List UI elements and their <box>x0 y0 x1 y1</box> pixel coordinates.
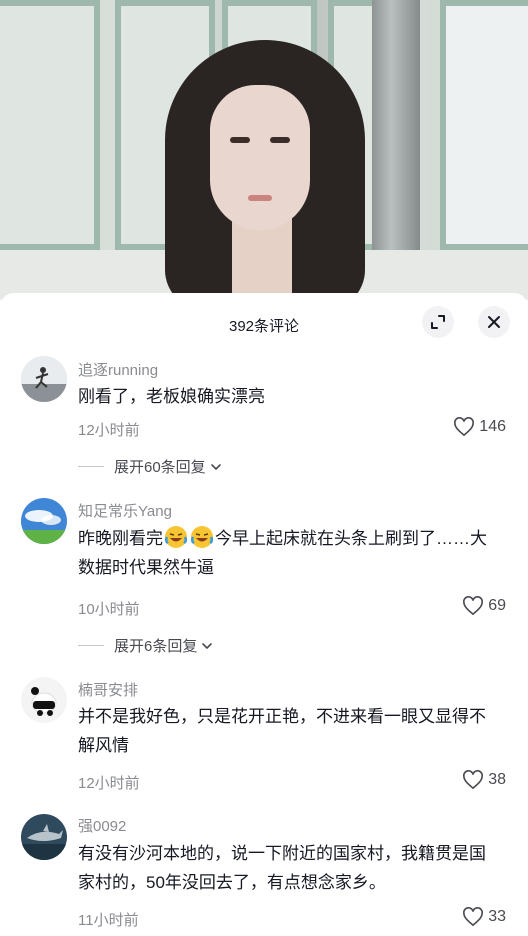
heart-outline-icon <box>463 907 484 927</box>
like-button[interactable]: 33 <box>462 907 506 927</box>
like-button[interactable]: 146 <box>453 417 506 437</box>
username[interactable]: 知足常乐Yang <box>78 500 172 521</box>
close-button[interactable] <box>478 306 510 338</box>
timestamp: 12小时前 <box>78 422 140 439</box>
runner-avatar-icon <box>21 356 67 402</box>
heart-outline-icon <box>463 596 484 616</box>
person-face <box>210 85 310 230</box>
chevron-down-icon <box>202 642 213 649</box>
window-frame <box>440 0 528 250</box>
like-count: 38 <box>488 771 506 788</box>
username[interactable]: 追逐running <box>78 359 158 380</box>
laughing-crying-emoji <box>190 526 214 548</box>
avatar[interactable] <box>21 498 67 544</box>
sky-grass-avatar-icon <box>21 498 67 544</box>
close-icon <box>488 316 500 328</box>
avatar[interactable] <box>21 814 67 860</box>
heart-outline-icon <box>463 770 484 790</box>
divider <box>78 645 104 646</box>
comment-text[interactable]: 并不是我好色，只是花开正艳，不进来看一眼又显得不解风情 <box>78 702 488 760</box>
expand-replies-button[interactable]: 展开60条回复 <box>78 456 223 477</box>
like-count: 33 <box>488 908 506 925</box>
timestamp: 12小时前 <box>78 775 140 792</box>
panda-avatar-icon <box>21 677 67 723</box>
timestamp: 11小时前 <box>78 912 139 929</box>
like-count: 69 <box>488 597 506 614</box>
expand-view-button[interactable] <box>422 306 454 338</box>
expand-replies-label: 展开60条回复 <box>114 459 206 476</box>
expand-replies-button[interactable]: 展开6条回复 <box>78 635 214 656</box>
comment-sheet: 392条评论 追逐running 刚看了，老板娘确实漂亮 12小时前 146 展… <box>0 293 528 936</box>
expand-replies-label: 展开6条回复 <box>114 638 198 655</box>
comment-text-part: 昨晚刚看完 <box>78 529 163 548</box>
window-frame <box>0 0 100 250</box>
username[interactable]: 强0092 <box>78 815 126 836</box>
shark-avatar-icon <box>21 814 67 860</box>
laughing-crying-emoji <box>164 526 188 548</box>
username[interactable]: 楠哥安排 <box>78 679 138 700</box>
timestamp: 10小时前 <box>78 601 140 618</box>
video-frame[interactable] <box>0 0 528 300</box>
like-button[interactable]: 38 <box>462 770 506 790</box>
comment-text[interactable]: 昨晚刚看完 今早上起床就在头条上刷到了……大数据时代果然牛逼 <box>78 524 488 582</box>
like-count: 146 <box>479 418 506 435</box>
avatar[interactable] <box>21 356 67 402</box>
avatar[interactable] <box>21 677 67 723</box>
expand-arrows-icon <box>431 315 445 329</box>
chevron-down-icon <box>210 463 221 470</box>
like-button[interactable]: 69 <box>462 596 506 616</box>
heart-outline-icon <box>454 417 475 437</box>
divider <box>78 466 104 467</box>
comment-text[interactable]: 刚看了，老板娘确实漂亮 <box>78 382 488 411</box>
comment-text[interactable]: 有没有沙河本地的，说一下附近的国家村，我籍贯是国家村的，50年没回去了，有点想念… <box>78 839 488 897</box>
